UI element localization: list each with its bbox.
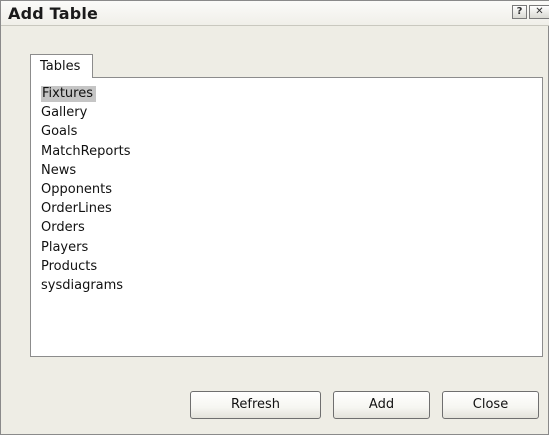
list-item[interactable]: sysdiagrams — [39, 276, 133, 295]
list-item[interactable]: News — [39, 161, 133, 180]
dialog-title: Add Table — [8, 4, 99, 23]
list-item[interactable]: Fixtures — [39, 84, 133, 103]
tables-panel: Fixtures Gallery Goals MatchReports News… — [30, 77, 543, 357]
tab-tables[interactable]: Tables — [30, 54, 93, 78]
title-bar[interactable]: Add Table ? ✕ — [1, 1, 549, 26]
close-button[interactable]: Close — [442, 391, 539, 419]
list-item[interactable]: OrderLines — [39, 199, 133, 218]
list-item[interactable]: Opponents — [39, 180, 133, 199]
close-icon[interactable]: ✕ — [529, 5, 549, 19]
list-item[interactable]: Gallery — [39, 103, 133, 122]
add-button[interactable]: Add — [333, 391, 430, 419]
help-icon[interactable]: ? — [512, 5, 527, 19]
list-item[interactable]: Orders — [39, 218, 133, 237]
list-item[interactable]: Products — [39, 257, 133, 276]
add-table-dialog: Add Table ? ✕ Tables Fixtures Gallery Go… — [0, 0, 549, 435]
list-item[interactable]: Players — [39, 238, 133, 257]
tab-tables-label: Tables — [40, 59, 81, 74]
refresh-button[interactable]: Refresh — [190, 391, 321, 419]
list-item[interactable]: MatchReports — [39, 142, 133, 161]
list-item[interactable]: Goals — [39, 122, 133, 141]
tables-list[interactable]: Fixtures Gallery Goals MatchReports News… — [39, 84, 133, 295]
